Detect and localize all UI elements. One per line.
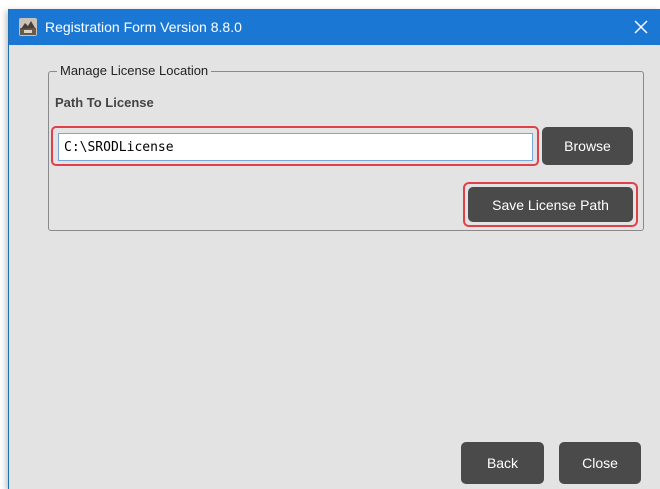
registration-window: Registration Form Version 8.8.0 Manage L… (8, 9, 660, 489)
app-logo-icon (19, 18, 37, 36)
back-button[interactable]: Back (461, 442, 544, 484)
path-to-license-label: Path To License (55, 95, 154, 110)
license-path-input[interactable] (58, 133, 533, 161)
save-license-path-button[interactable]: Save License Path (468, 187, 633, 222)
window-title: Registration Form Version 8.8.0 (45, 19, 242, 35)
browse-button[interactable]: Browse (542, 127, 633, 165)
close-icon[interactable] (623, 9, 659, 45)
groupbox-legend: Manage License Location (57, 62, 212, 80)
close-button[interactable]: Close (559, 442, 641, 484)
title-bar[interactable]: Registration Form Version 8.8.0 (9, 9, 660, 45)
